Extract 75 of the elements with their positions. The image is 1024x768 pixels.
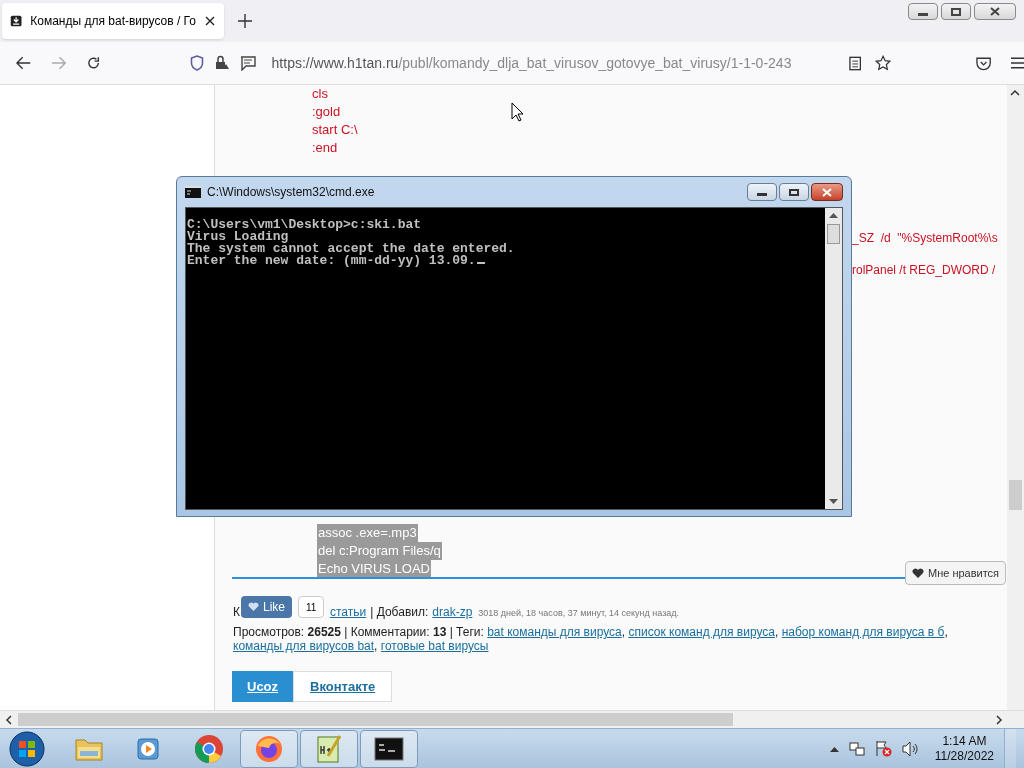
scroll-left-icon[interactable] [5,715,12,725]
message-icon[interactable] [239,55,256,71]
scrollbar-thumb[interactable] [827,224,840,244]
clock-time[interactable]: 1:14 AM [942,733,987,749]
console-window[interactable]: C:\Windows\system32\cmd.exe C:\Users\vm1\Desktop>c:ski.bat Virus Loading The system cannot accept the date entered. Enter the new date: (mm-dd-yy) 13.09. [176,176,852,517]
console-output: C:\Users\vm1\Desktop>c:ski.bat Virus Loading The system cannot accept the date entered. Enter the new date: (mm-dd-yy) 13.09. [186,216,516,270]
close-icon [822,187,832,197]
flag-icon[interactable] [874,740,892,757]
tab-title: Команды для bat-вирусов / Го [30,13,196,30]
star-icon[interactable] [875,55,892,71]
window-title: C:\Windows\system32\cmd.exe [207,184,375,201]
code-line: _SZ /d "%SystemRoot%\s [852,231,998,245]
tag-link[interactable]: bat команды для вируса [487,625,622,639]
category-label: К [233,604,240,621]
start-button[interactable] [8,729,46,768]
added-by-label: | Добавил: [370,604,429,621]
close-icon [990,7,1000,16]
network-icon[interactable] [848,740,865,757]
scroll-up-icon[interactable] [829,212,838,218]
shield-icon[interactable] [189,55,204,71]
clock-date[interactable]: 11/28/2022 [934,748,994,764]
scrollbar-thumb[interactable] [18,713,733,726]
code-line: start C:\ [312,121,358,139]
separator: , [621,625,626,639]
tag-link[interactable]: готовые bat вирусы [380,639,489,653]
code-line: rolPanel /t REG_DWORD / [852,263,997,277]
separator: , [775,625,779,639]
back-icon[interactable] [16,56,32,70]
new-tab-icon[interactable] [238,14,252,28]
vk-like-button[interactable]: Like [241,596,292,618]
console-icon [374,736,404,761]
console-icon [185,186,201,198]
text-cursor [476,262,485,264]
browser-tab[interactable]: Команды для bat-вирусов / Го [2,3,224,39]
post-age: 3018 дней, 18 часов, 37 минут, 14 секунд назад. [478,607,680,620]
close-icon[interactable] [204,15,216,27]
share-tab[interactable]: Ucoz [232,671,294,702]
scrollbar-thumb[interactable] [1009,480,1022,510]
share-tab[interactable]: Вконтакте [293,671,393,702]
scroll-up-icon[interactable] [1010,89,1020,96]
reader-view-icon[interactable] [849,55,862,71]
close-button[interactable] [811,183,843,201]
minimize-button[interactable] [747,183,777,201]
notepad-icon [315,733,343,764]
pocket-icon[interactable] [975,55,991,71]
separator: , [374,639,378,653]
lock-icon[interactable] [213,55,230,71]
heart-icon [248,602,259,612]
heart-icon [912,567,924,579]
chrome-icon [194,733,224,764]
tag-link[interactable]: список команд для вируса [628,625,775,639]
menu-icon[interactable] [1010,57,1024,69]
minimize-button[interactable] [908,3,938,20]
category-link[interactable]: статьи [330,603,367,621]
code-line: :gold [312,103,342,121]
close-button[interactable] [974,3,1016,20]
scroll-down-icon[interactable] [829,499,838,505]
taskbar-button[interactable] [360,729,418,768]
restore-button[interactable] [941,3,971,20]
post-stats: Просмотров: 26525 | Комментарии: 13 | Теги: [233,625,484,639]
tray-arrow-icon[interactable] [829,745,839,752]
firefox-icon [254,733,284,764]
scroll-right-icon[interactable] [996,715,1003,725]
code-line: cls [312,85,329,103]
code-line: :end [312,139,339,157]
mouse-cursor-icon [511,102,524,122]
like-button[interactable]: Мне нравится [905,561,1007,585]
download-icon [10,13,23,29]
maximize-button[interactable] [779,183,809,201]
author-link[interactable]: drak-zp [432,603,473,621]
like-count: 11 [298,596,325,618]
reload-icon[interactable] [86,55,102,71]
play-icon [136,735,162,762]
speaker-icon[interactable] [901,740,919,757]
separator: , [944,625,948,639]
